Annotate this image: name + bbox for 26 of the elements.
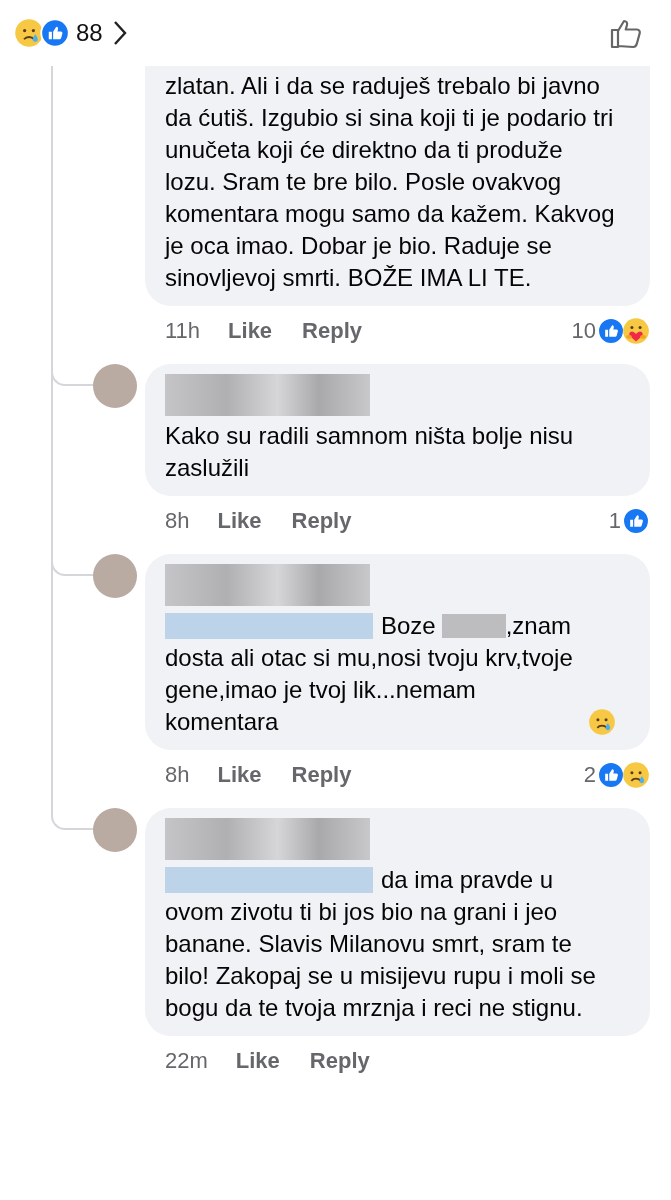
crying-face-icon [588, 708, 616, 736]
reply-link[interactable]: Reply [302, 318, 363, 344]
chevron-right-icon[interactable] [112, 20, 127, 46]
like-link[interactable]: Like [217, 762, 262, 788]
comment-text: da ima pravde u [381, 865, 554, 895]
comment-text: Kako su radili samnom ništa bolje nisu zaslužili [165, 421, 575, 483]
reply-link[interactable]: Reply [291, 508, 352, 534]
reply-link[interactable]: Reply [291, 762, 352, 788]
reaction-count[interactable]: 10 [571, 318, 596, 344]
comment-time: 8h [165, 762, 190, 788]
comment-time: 8h [165, 508, 190, 534]
comment-time: 22m [165, 1048, 208, 1074]
like-link[interactable]: Like [228, 318, 273, 344]
reaction-count[interactable]: 88 [76, 19, 103, 47]
comment-text: zlatan. Ali i da se raduješ trebalo bi javno da ćutiš. Izgubio si sina koji ti je podario tri unučeta koji će direktno da ti produže lozu. Sram te bre bilo. Posle ovakvog komentara mogu samo da kažem. Kakvog je oca imao. Dobar je bio. Raduje se sinovljevoj smrti. BOŽE IMA LI TE. [165, 71, 616, 293]
reaction-count[interactable]: 2 [583, 762, 596, 788]
redacted-word [441, 614, 506, 638]
comment-text: Boze [381, 611, 436, 641]
reaction-count[interactable]: 1 [608, 508, 621, 534]
comment-text: ,znam [505, 611, 572, 641]
like-link[interactable]: Like [217, 508, 262, 534]
comment-time: 11h [165, 318, 201, 344]
comment-text: ovom zivotu ti bi jos bio na grani i jeo banane. Slavis Milanovu smrt, sram te bilo! Zakopaj se u misijevu rupu i moli se bogu da te tvoja mrznja i reci ne stignu. [165, 897, 597, 1023]
like-link[interactable]: Like [235, 1048, 280, 1074]
reply-link[interactable]: Reply [309, 1048, 370, 1074]
comment-text: dosta ali otac si mu,nosi tvoju krv,tvoje gene,imao je tvoj lik...nemam komentara [165, 643, 574, 737]
